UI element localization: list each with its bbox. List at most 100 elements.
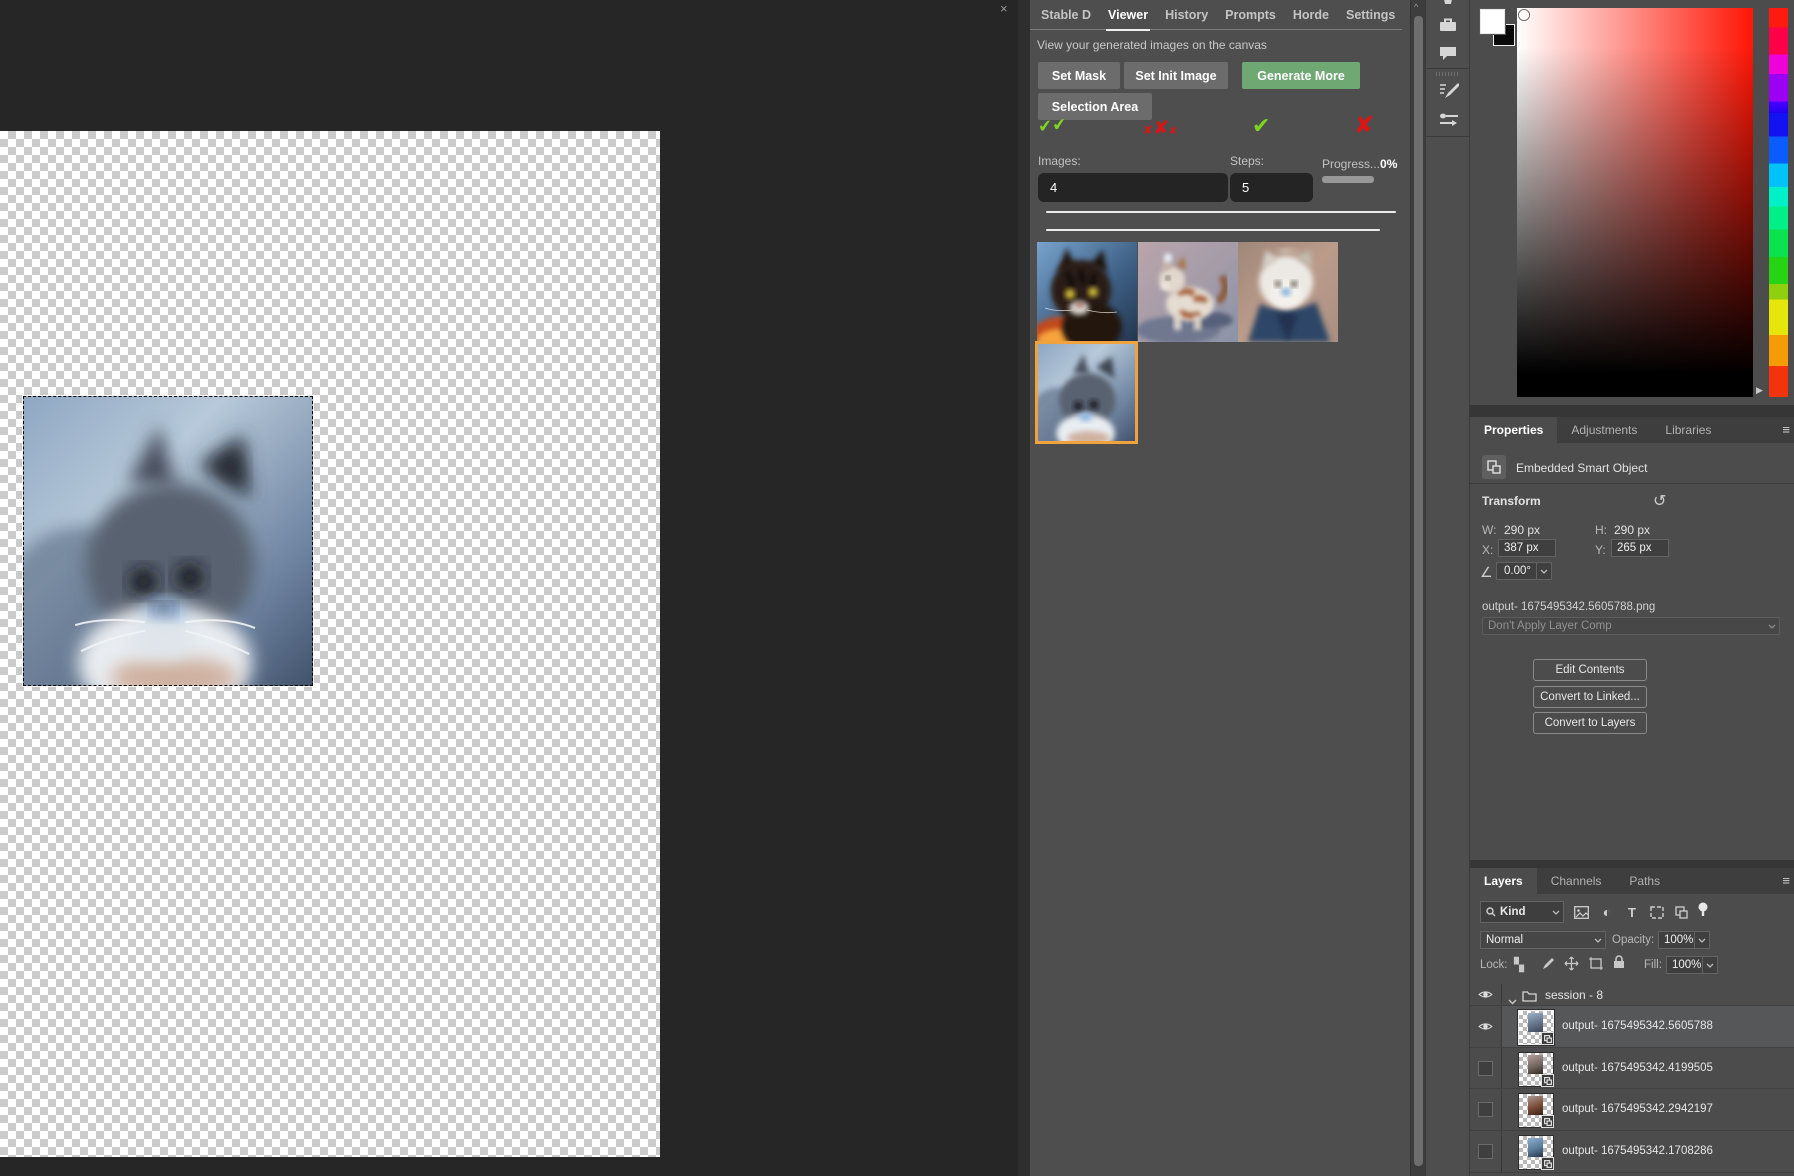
visibility-column[interactable] [1470,1131,1502,1172]
set-init-image-button[interactable]: Set Init Image [1124,62,1228,89]
lock-pixels-icon[interactable] [1540,957,1554,976]
kind-filter-dropdown[interactable]: Kind [1480,901,1564,923]
convert-to-linked-button[interactable]: Convert to Linked... [1533,686,1647,708]
set-mask-button[interactable]: Set Mask [1038,62,1120,89]
layer-comp-dropdown[interactable]: Don't Apply Layer Comp [1482,617,1780,635]
cross-icon[interactable]: ✘ [1354,111,1374,140]
pen-tip-icon[interactable] [1439,0,1457,8]
group-name[interactable]: session - 8 [1545,988,1603,1002]
double-check-icon[interactable]: ✔✔ [1037,115,1067,138]
comment-bubble-icon[interactable] [1439,46,1457,61]
panel-menu-icon[interactable]: ≡ [1782,873,1790,888]
chevron-down-icon[interactable] [1536,563,1551,579]
filter-smart-object-icon[interactable] [1670,901,1692,923]
tab-properties[interactable]: Properties [1470,417,1557,443]
thumbnail-cat-1[interactable] [1037,242,1137,342]
images-input[interactable] [1038,173,1228,202]
layer-row-selected[interactable]: output- 1675495342.5605788 [1470,1006,1794,1048]
picker-flyout-icon[interactable]: ▶ [1756,385,1763,396]
tab-prompts[interactable]: Prompts [1225,8,1276,22]
steps-input[interactable] [1230,173,1313,202]
generate-more-button[interactable]: Generate More [1242,62,1360,89]
angle-input[interactable]: 0.00° [1496,562,1552,580]
object-type-label: Embedded Smart Object [1516,461,1647,475]
close-icon[interactable]: × [1000,1,1008,16]
chevron-down-icon[interactable] [1765,618,1779,634]
visibility-column[interactable] [1470,984,1502,1005]
eye-icon[interactable] [1478,1021,1493,1032]
chevron-down-icon[interactable] [1694,932,1709,948]
triple-cross-icon[interactable]: ✘✘✘ [1143,117,1177,140]
color-sample-ring-icon[interactable] [1519,10,1529,20]
tab-stable-d[interactable]: Stable D [1041,8,1091,22]
hue-strip[interactable] [1769,8,1788,397]
layer-thumbnail[interactable] [1518,1135,1554,1170]
filter-shape-icon[interactable] [1646,901,1668,923]
layer-name[interactable]: output- 1675495342.1708286 [1562,1145,1713,1157]
materials-bag-icon[interactable] [1439,18,1457,32]
chevron-down-icon[interactable] [1702,957,1717,973]
chevron-down-icon[interactable] [1549,902,1563,922]
panel-menu-icon[interactable]: ≡ [1782,422,1790,437]
layer-thumbnail[interactable] [1518,1010,1554,1045]
cat-mini-preview [1528,1096,1543,1115]
placed-image-selection[interactable] [23,396,313,686]
opacity-input[interactable]: 100% [1658,931,1710,949]
filter-image-icon[interactable] [1570,901,1592,923]
layer-row[interactable]: output- 1675495342.1708286 [1470,1131,1794,1173]
foreground-color-swatch[interactable] [1480,9,1505,34]
edit-contents-button[interactable]: Edit Contents [1533,659,1647,681]
visibility-column[interactable] [1470,1006,1502,1047]
layer-name[interactable]: output- 1675495342.5605788 [1562,1020,1713,1032]
eye-icon[interactable] [1478,989,1493,1000]
thumbnail-cat-3[interactable] [1238,242,1338,342]
check-icon[interactable]: ✔ [1252,113,1270,139]
thumbnail-cat-4-selected[interactable] [1038,344,1135,441]
fill-input[interactable]: 100% [1666,956,1718,974]
tab-adjustments[interactable]: Adjustments [1557,417,1651,443]
filter-type-icon[interactable]: T [1621,901,1643,923]
filter-adjustment-icon[interactable]: ◐ [1596,901,1618,923]
blend-mode-dropdown[interactable]: Normal [1480,931,1606,949]
x-input[interactable]: 387 px [1498,539,1556,557]
visibility-checkbox-off[interactable] [1478,1144,1493,1159]
visibility-checkbox-off[interactable] [1478,1061,1493,1076]
layer-name[interactable]: output- 1675495342.2942197 [1562,1103,1713,1115]
scroll-up-icon[interactable]: ^ [1414,2,1418,12]
lock-artboard-icon[interactable] [1589,957,1603,975]
scrollbar-thumb[interactable] [1414,16,1423,1166]
visibility-column[interactable] [1470,1089,1502,1130]
filter-toggle-icon[interactable] [1692,899,1714,921]
chevron-down-icon[interactable] [1591,932,1605,948]
lock-transparency-icon[interactable]: ▚ [1514,957,1524,973]
tab-paths[interactable]: Paths [1615,868,1674,894]
layer-row[interactable]: output- 1675495342.2942197 [1470,1089,1794,1131]
layer-group-row[interactable]: session - 8 [1470,984,1794,1006]
tab-layers[interactable]: Layers [1470,868,1537,894]
layer-thumbnail[interactable] [1518,1052,1554,1087]
visibility-column[interactable] [1470,1048,1502,1088]
layer-thumbnail[interactable] [1518,1093,1554,1128]
reset-icon[interactable]: ↺ [1653,491,1666,511]
tool-presets-icon[interactable] [1439,112,1459,128]
tab-history[interactable]: History [1165,8,1208,22]
tab-settings[interactable]: Settings [1346,8,1395,22]
layer-name[interactable]: output- 1675495342.4199505 [1562,1062,1713,1074]
tab-libraries[interactable]: Libraries [1651,417,1725,443]
visibility-checkbox-off[interactable] [1478,1102,1493,1117]
document-canvas[interactable] [0,131,660,1157]
brush-settings-icon[interactable] [1439,82,1459,100]
lock-all-icon[interactable] [1613,955,1625,974]
tab-horde[interactable]: Horde [1293,8,1329,22]
convert-to-layers-button[interactable]: Convert to Layers [1533,712,1647,734]
tab-viewer[interactable]: Viewer [1108,8,1148,22]
layer-row[interactable]: output- 1675495342.4199505 [1470,1048,1794,1089]
smart-object-filename: output- 1675495342.5605788.png [1482,601,1655,613]
y-input[interactable]: 265 px [1611,539,1669,557]
grip-handle[interactable] [1436,72,1460,76]
color-picker-field[interactable] [1517,8,1753,397]
tab-channels[interactable]: Channels [1537,868,1616,894]
lock-position-icon[interactable] [1564,956,1579,976]
thumbnail-cat-2[interactable] [1138,242,1238,342]
plugin-scrollbar[interactable]: ^ [1410,0,1425,1176]
